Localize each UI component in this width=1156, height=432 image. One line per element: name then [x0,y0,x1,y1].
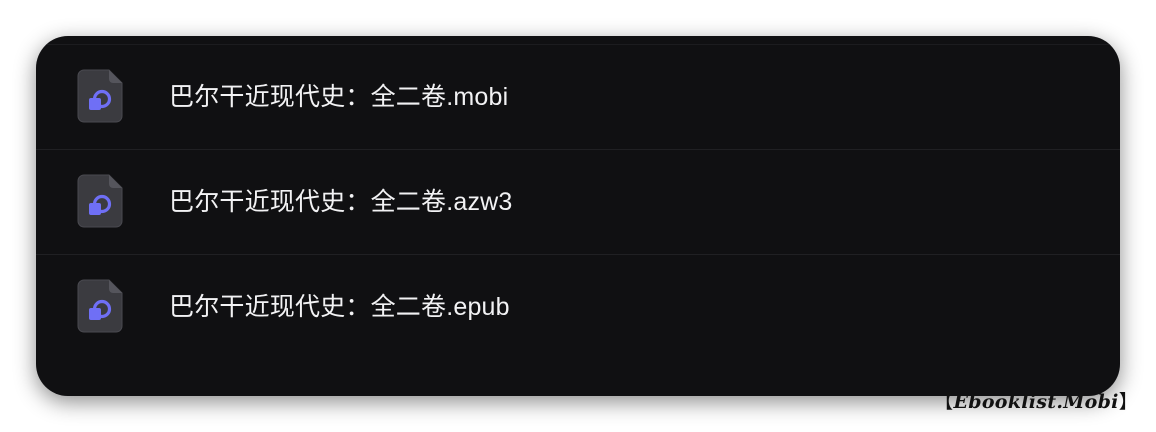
watermark-bracket-close: 】 [1118,391,1138,413]
file-row-mobi[interactable]: 巴尔干近现代史：全二卷.mobi [36,45,1120,150]
file-name: 巴尔干近现代史：全二卷.epub [169,293,510,321]
watermark-bracket-open: 【 [934,391,954,413]
ebook-file-icon [77,279,123,333]
ebook-file-icon [77,174,123,228]
page: 巴尔干近现代史：全二卷.mobi 巴尔干近现代史：全二卷.azw3 巴尔干近现代… [0,0,1156,432]
file-name: 巴尔干近现代史：全二卷.azw3 [169,188,513,216]
ebook-file-icon [77,69,123,123]
file-name: 巴尔干近现代史：全二卷.mobi [169,83,509,111]
file-list-panel: 巴尔干近现代史：全二卷.mobi 巴尔干近现代史：全二卷.azw3 巴尔干近现代… [36,36,1120,396]
file-row-epub[interactable]: 巴尔干近现代史：全二卷.epub [36,255,1120,359]
file-row-azw3[interactable]: 巴尔干近现代史：全二卷.azw3 [36,150,1120,255]
watermark-text: Ebooklist.Mobi [953,391,1119,413]
file-list: 巴尔干近现代史：全二卷.mobi 巴尔干近现代史：全二卷.azw3 巴尔干近现代… [36,45,1120,359]
watermark: 【Ebooklist.Mobi】 [934,387,1138,414]
